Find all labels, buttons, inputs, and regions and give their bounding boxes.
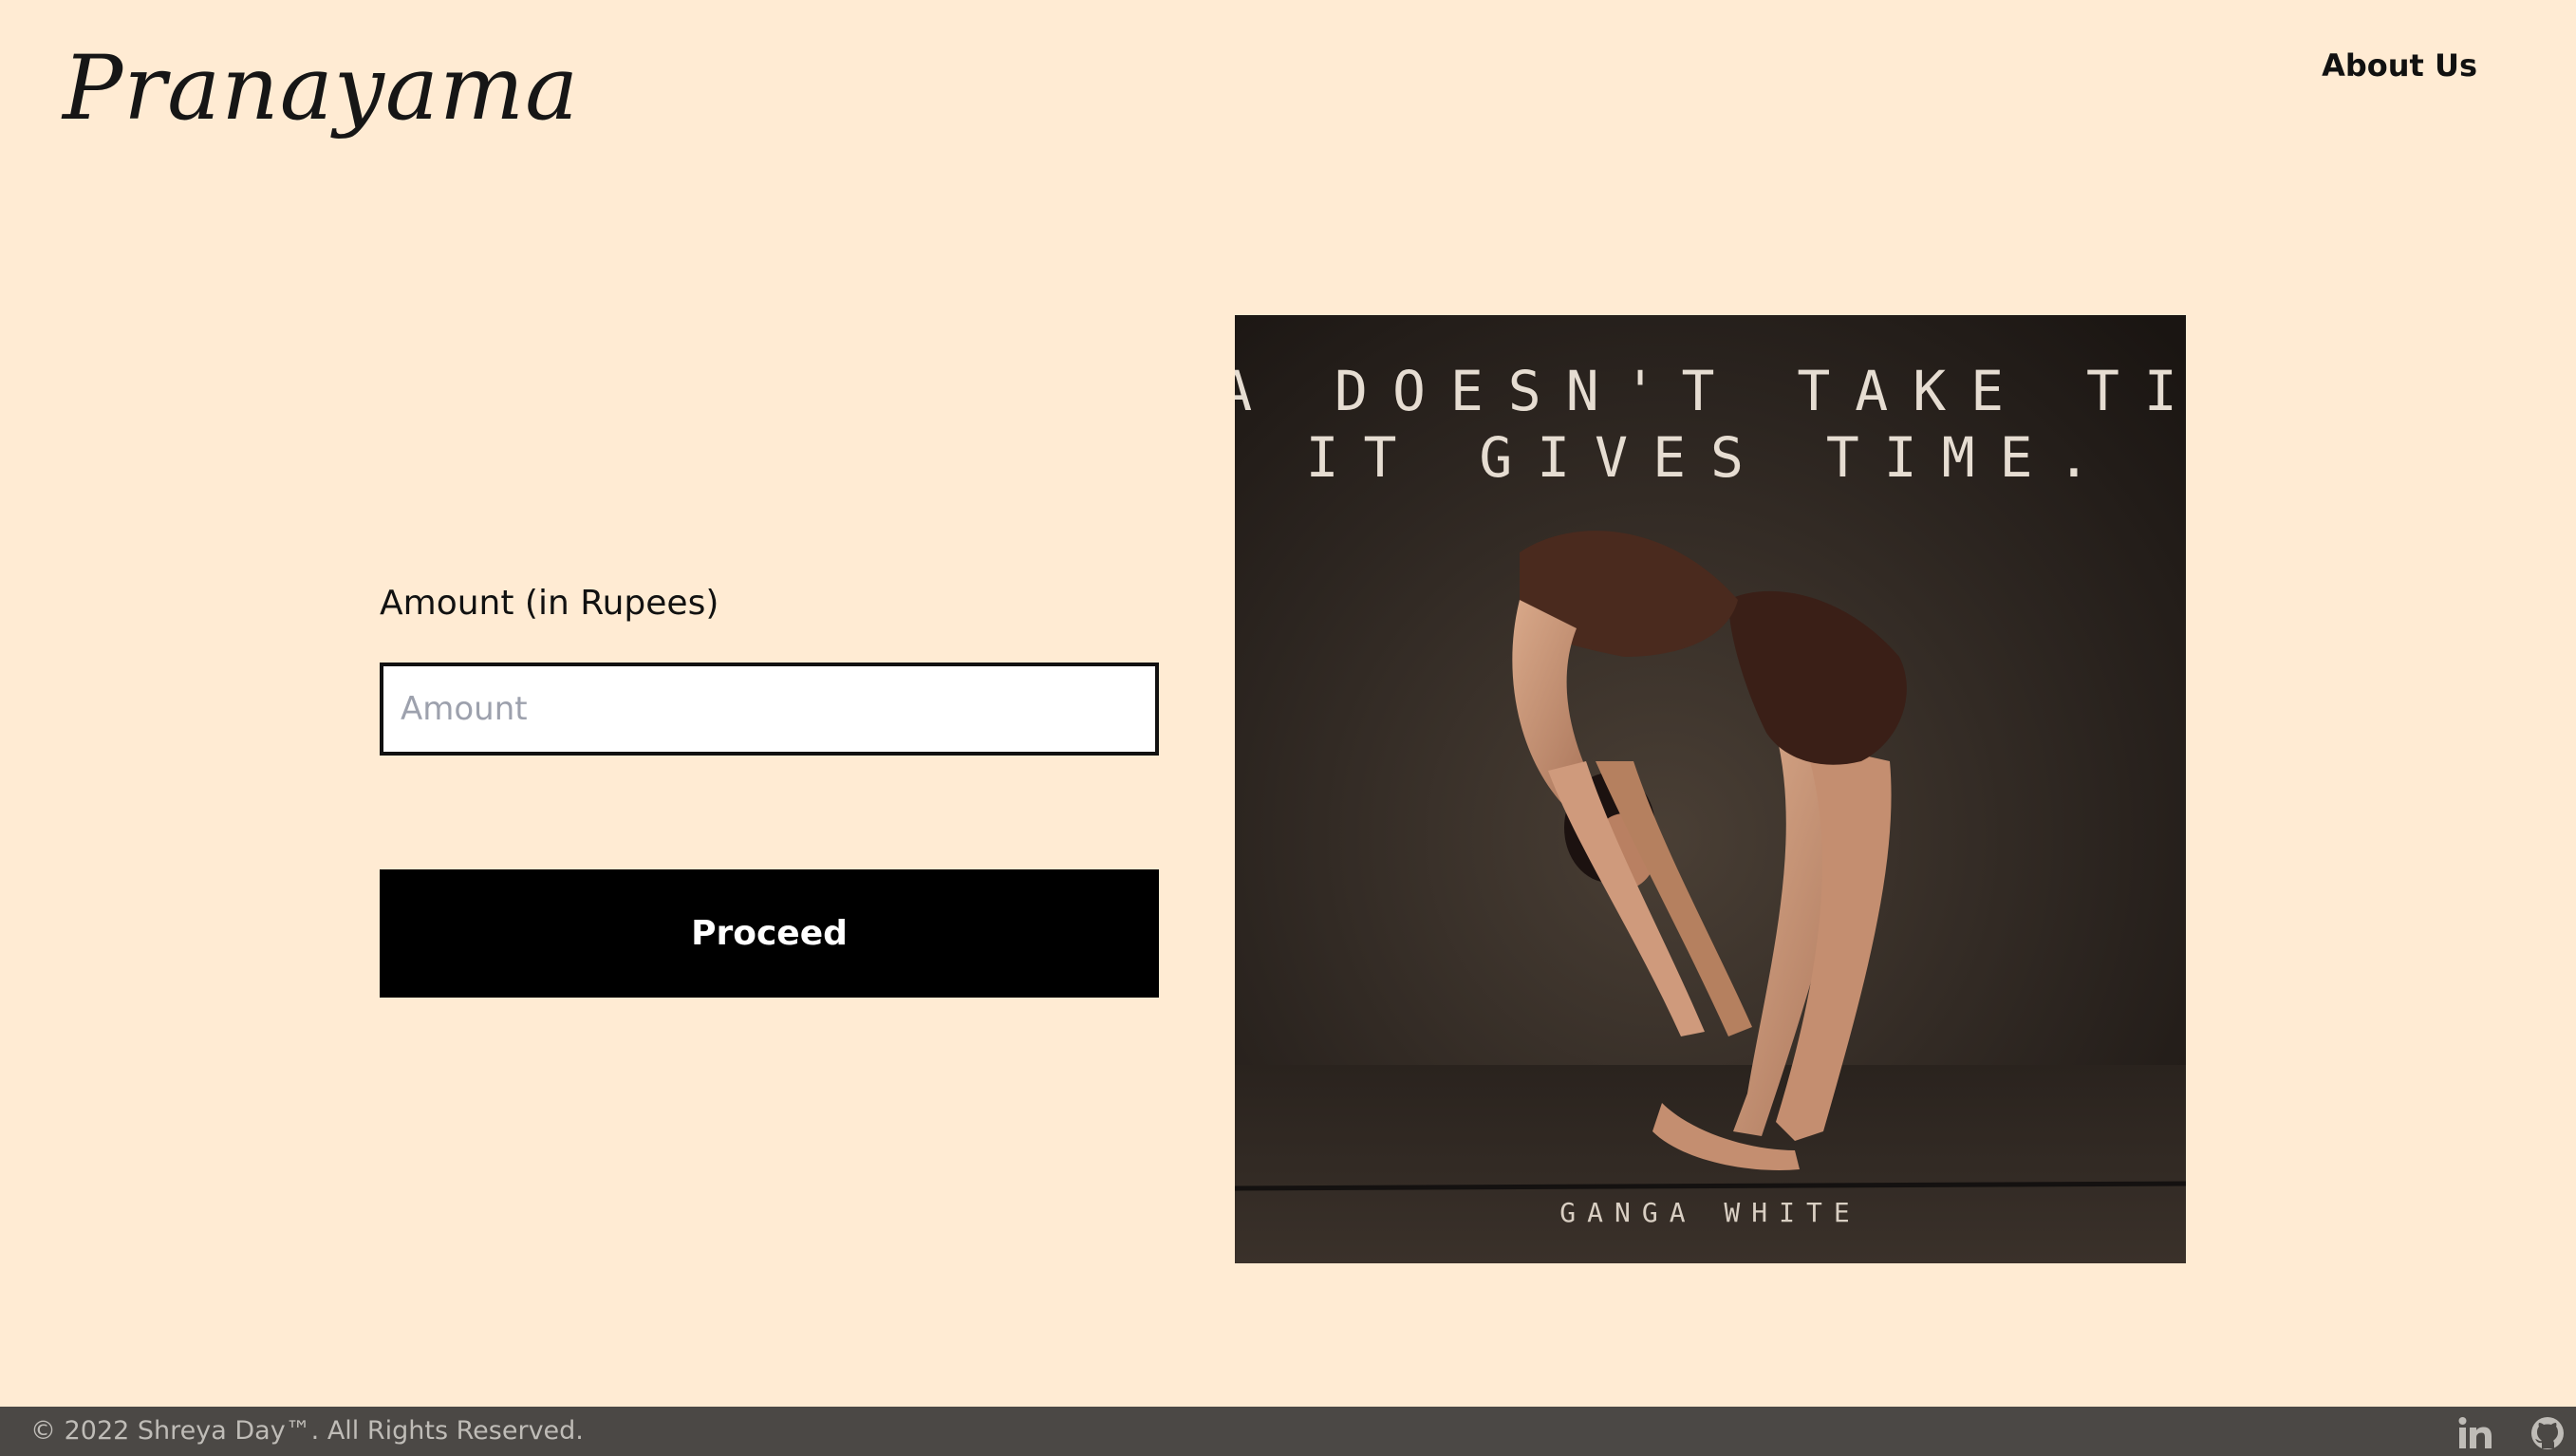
- amount-input[interactable]: [380, 663, 1159, 756]
- quote-line-1: YOGA DOESN'T TAKE TIME.: [1235, 359, 2186, 423]
- footer: © 2022 Shreya Day™. All Rights Reserved.: [0, 1407, 2576, 1456]
- payment-form: Amount (in Rupees) Proceed: [380, 581, 1159, 998]
- yoga-quote-image: YOGA DOESN'T TAKE TIME. IT GIVES TIME. G…: [1235, 315, 2186, 1263]
- quote-author: GANGA WHITE: [1559, 1197, 1860, 1228]
- github-icon[interactable]: [2529, 1414, 2567, 1452]
- quote-line-2: IT GIVES TIME.: [1306, 425, 2116, 490]
- nav-about-us-link[interactable]: About Us: [2322, 47, 2477, 84]
- copyright-text: © 2022 Shreya Day™. All Rights Reserved.: [30, 1416, 584, 1446]
- proceed-button[interactable]: Proceed: [380, 869, 1159, 998]
- page: Pranayama About Us Amount (in Rupees) Pr…: [0, 0, 2576, 1456]
- linkedin-icon[interactable]: [2456, 1414, 2494, 1452]
- amount-label: Amount (in Rupees): [380, 584, 719, 623]
- site-logo[interactable]: Pranayama: [63, 36, 579, 143]
